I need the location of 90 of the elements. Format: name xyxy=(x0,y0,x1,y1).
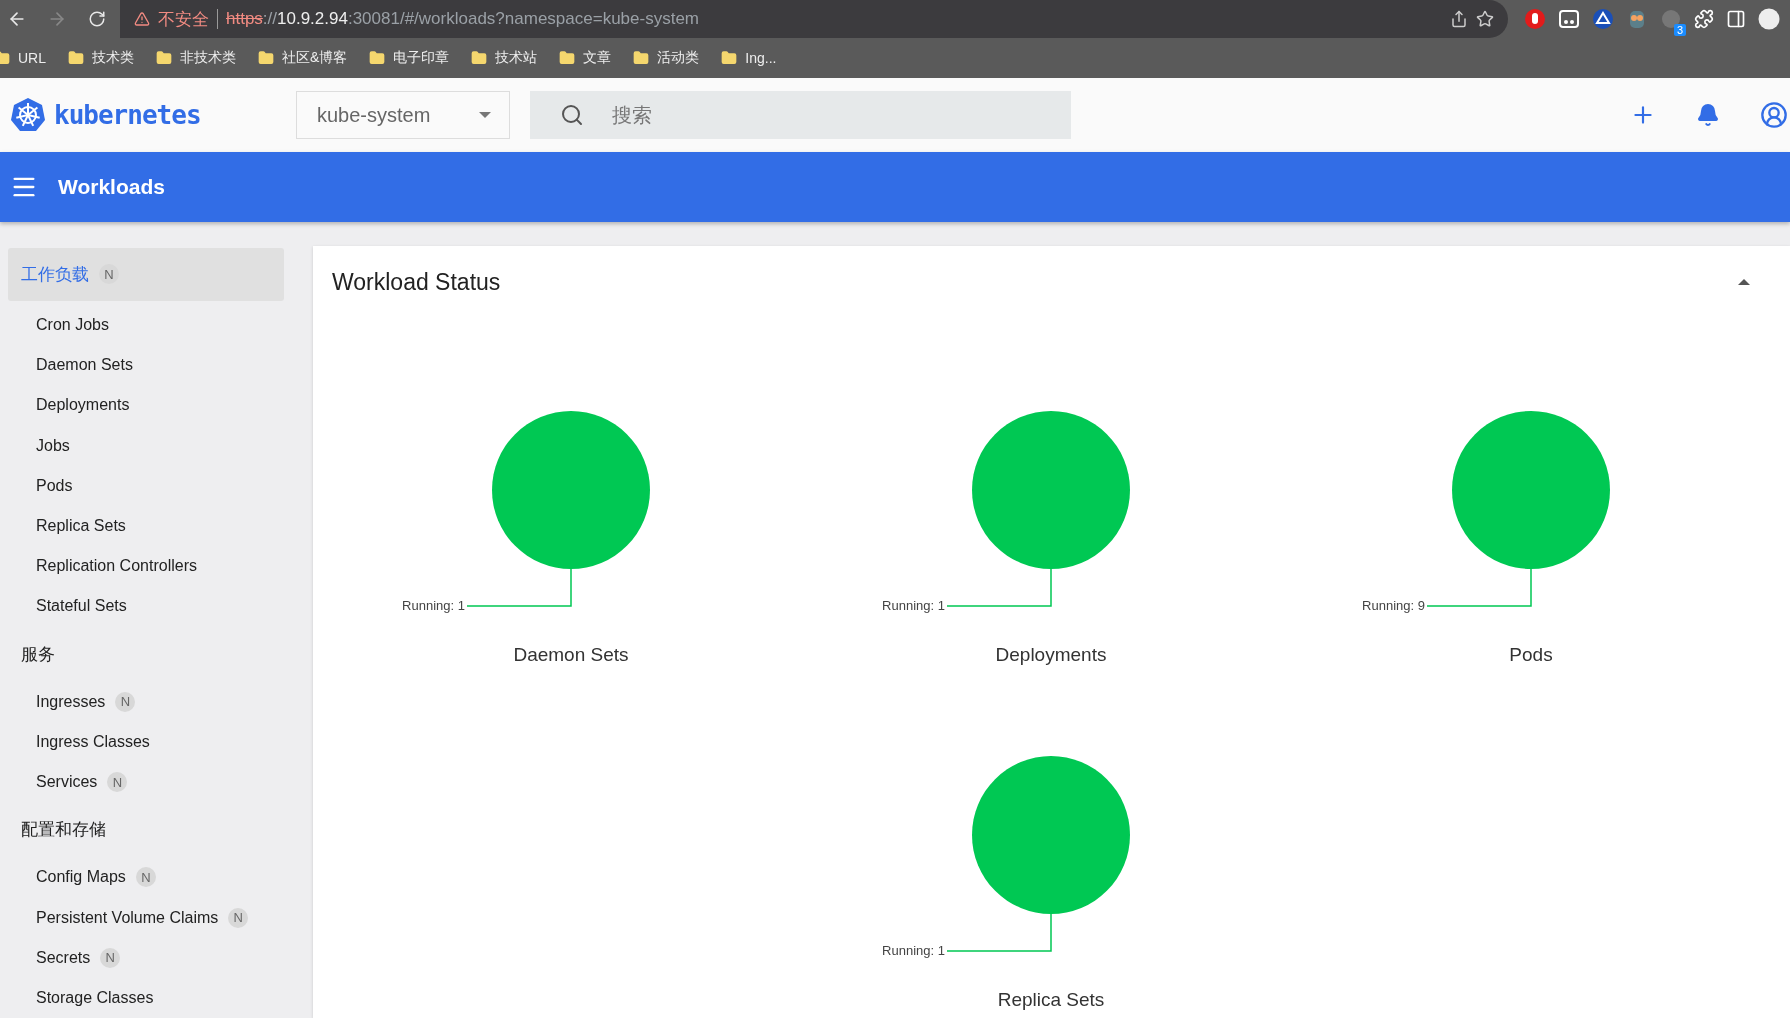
item-label: Config Maps xyxy=(36,868,126,887)
item-label: Pods xyxy=(36,476,73,495)
sidebar-item[interactable]: Replica Sets xyxy=(8,505,284,547)
side-panel-icon[interactable] xyxy=(1726,9,1746,29)
reload-icon[interactable] xyxy=(88,10,106,28)
sidebar-item[interactable]: Jobs xyxy=(8,425,284,466)
item-label: Services xyxy=(36,773,98,792)
sidebar-item[interactable]: Replication Controllers xyxy=(8,546,284,587)
chart-label: Running: 9 xyxy=(1362,598,1425,613)
folder-icon xyxy=(633,50,650,66)
section-title: 服务 xyxy=(21,643,55,666)
bookmark[interactable]: 活动类 xyxy=(633,49,700,67)
sidebar-item[interactable]: Persistent Volume Claims N xyxy=(8,897,284,938)
bookmark[interactable]: 技术站 xyxy=(471,49,538,67)
folder-icon xyxy=(721,50,738,66)
share-icon[interactable] xyxy=(1450,10,1468,28)
item-label: Stateful Sets xyxy=(36,597,127,616)
folder-icon xyxy=(156,50,172,66)
search-bar[interactable]: 搜索 xyxy=(530,91,1071,139)
folder-icon xyxy=(258,50,274,66)
bookmark[interactable]: 社区&博客 xyxy=(258,49,348,67)
item-label: Secrets xyxy=(36,948,91,967)
item-label: Replica Sets xyxy=(36,517,126,536)
puzzle-icon[interactable] xyxy=(1694,9,1714,29)
chart-label: Running: 1 xyxy=(882,598,945,613)
helm-wheel-icon[interactable] xyxy=(10,97,46,133)
namespace-select[interactable]: kube-system xyxy=(296,91,510,139)
chart-title: Daemon Sets xyxy=(513,643,629,667)
namespaced-badge: N xyxy=(107,772,128,793)
item-label: Deployments xyxy=(36,396,130,415)
bookmark[interactable]: 技术类 xyxy=(68,49,134,67)
chart-title: Pods xyxy=(1509,643,1553,667)
bookmark[interactable]: URL xyxy=(0,50,46,66)
sidebar-item[interactable]: Secrets N xyxy=(8,937,284,978)
bookmark[interactable]: 文章 xyxy=(559,49,612,67)
sidebar-section[interactable]: 配置和存储 xyxy=(8,806,284,854)
warning-icon xyxy=(134,11,150,27)
caret-icon xyxy=(479,112,491,118)
sidebar-item[interactable]: Services N xyxy=(8,762,284,803)
item-label: Replication Controllers xyxy=(36,557,197,576)
sidebar-item[interactable]: Daemon Sets xyxy=(8,345,284,386)
sidebar-item[interactable]: Stateful Sets xyxy=(8,586,284,627)
sidebar-item[interactable]: Deployments xyxy=(8,385,284,426)
page-title: Workloads xyxy=(58,175,165,199)
item-label: Ingresses xyxy=(36,692,106,711)
sidebar-item[interactable]: Cron Jobs xyxy=(8,304,284,346)
section-title: 工作负载 xyxy=(21,263,89,286)
sidebar-item[interactable]: Pods xyxy=(8,465,284,506)
namespaced-badge: N xyxy=(115,691,136,712)
sidebar-section[interactable]: 工作负载 N xyxy=(8,248,284,301)
chart-label: Running: 1 xyxy=(882,943,945,958)
sidebar-item[interactable]: Ingress Classes xyxy=(8,721,284,763)
collapse-icon[interactable] xyxy=(1738,279,1750,285)
address-text: https://10.9.2.94:30081/#/workloads?namespace=kube-system xyxy=(226,9,700,29)
namespaced-badge: N xyxy=(100,947,121,968)
item-label: Daemon Sets xyxy=(36,356,133,375)
bookmark[interactable]: Ing... xyxy=(721,50,777,66)
section-title: 配置和存储 xyxy=(21,819,106,842)
folder-icon xyxy=(369,50,386,66)
search-field[interactable]: 搜索 xyxy=(610,102,1071,128)
folder-icon xyxy=(471,50,488,66)
namespaced-badge: N xyxy=(135,867,156,888)
avatar-icon[interactable] xyxy=(1758,8,1780,30)
address-bar[interactable]: 不安全 https://10.9.2.94:30081/#/workloads?namespace=kube-system xyxy=(120,0,1508,38)
namespaced-badge: N xyxy=(99,264,119,285)
folder-icon xyxy=(68,50,84,66)
sidebar-item[interactable]: Ingresses N xyxy=(8,681,284,722)
chart-title: Deployments xyxy=(995,643,1107,667)
sidebar-section[interactable]: 服务 xyxy=(8,630,284,678)
item-label: Ingress Classes xyxy=(36,732,150,751)
card-title: Workload Status xyxy=(332,268,501,296)
account-icon[interactable] xyxy=(1760,101,1788,129)
security-label: 不安全 xyxy=(158,8,209,31)
item-label: Storage Classes xyxy=(36,989,154,1007)
search-icon xyxy=(560,103,584,127)
sidebar-item[interactable]: Storage Classes xyxy=(8,977,284,1018)
bell-icon[interactable] xyxy=(1696,103,1720,127)
item-label: Cron Jobs xyxy=(36,316,109,335)
namespaced-badge: N xyxy=(228,907,249,928)
star-icon[interactable] xyxy=(1476,10,1494,28)
bookmark[interactable]: 非技术类 xyxy=(156,49,236,67)
extension-badge: 3 xyxy=(1673,24,1686,36)
item-label: Jobs xyxy=(36,436,70,455)
chart-title: Replica Sets xyxy=(997,988,1105,1012)
folder-icon xyxy=(559,50,576,66)
bookmark[interactable]: 电子印章 xyxy=(369,49,450,67)
chart-label: Running: 1 xyxy=(402,598,465,613)
sidebar-item[interactable]: Config Maps N xyxy=(8,857,284,898)
brand-name[interactable]: kubernetes xyxy=(54,100,201,130)
item-label: Persistent Volume Claims xyxy=(36,908,219,927)
